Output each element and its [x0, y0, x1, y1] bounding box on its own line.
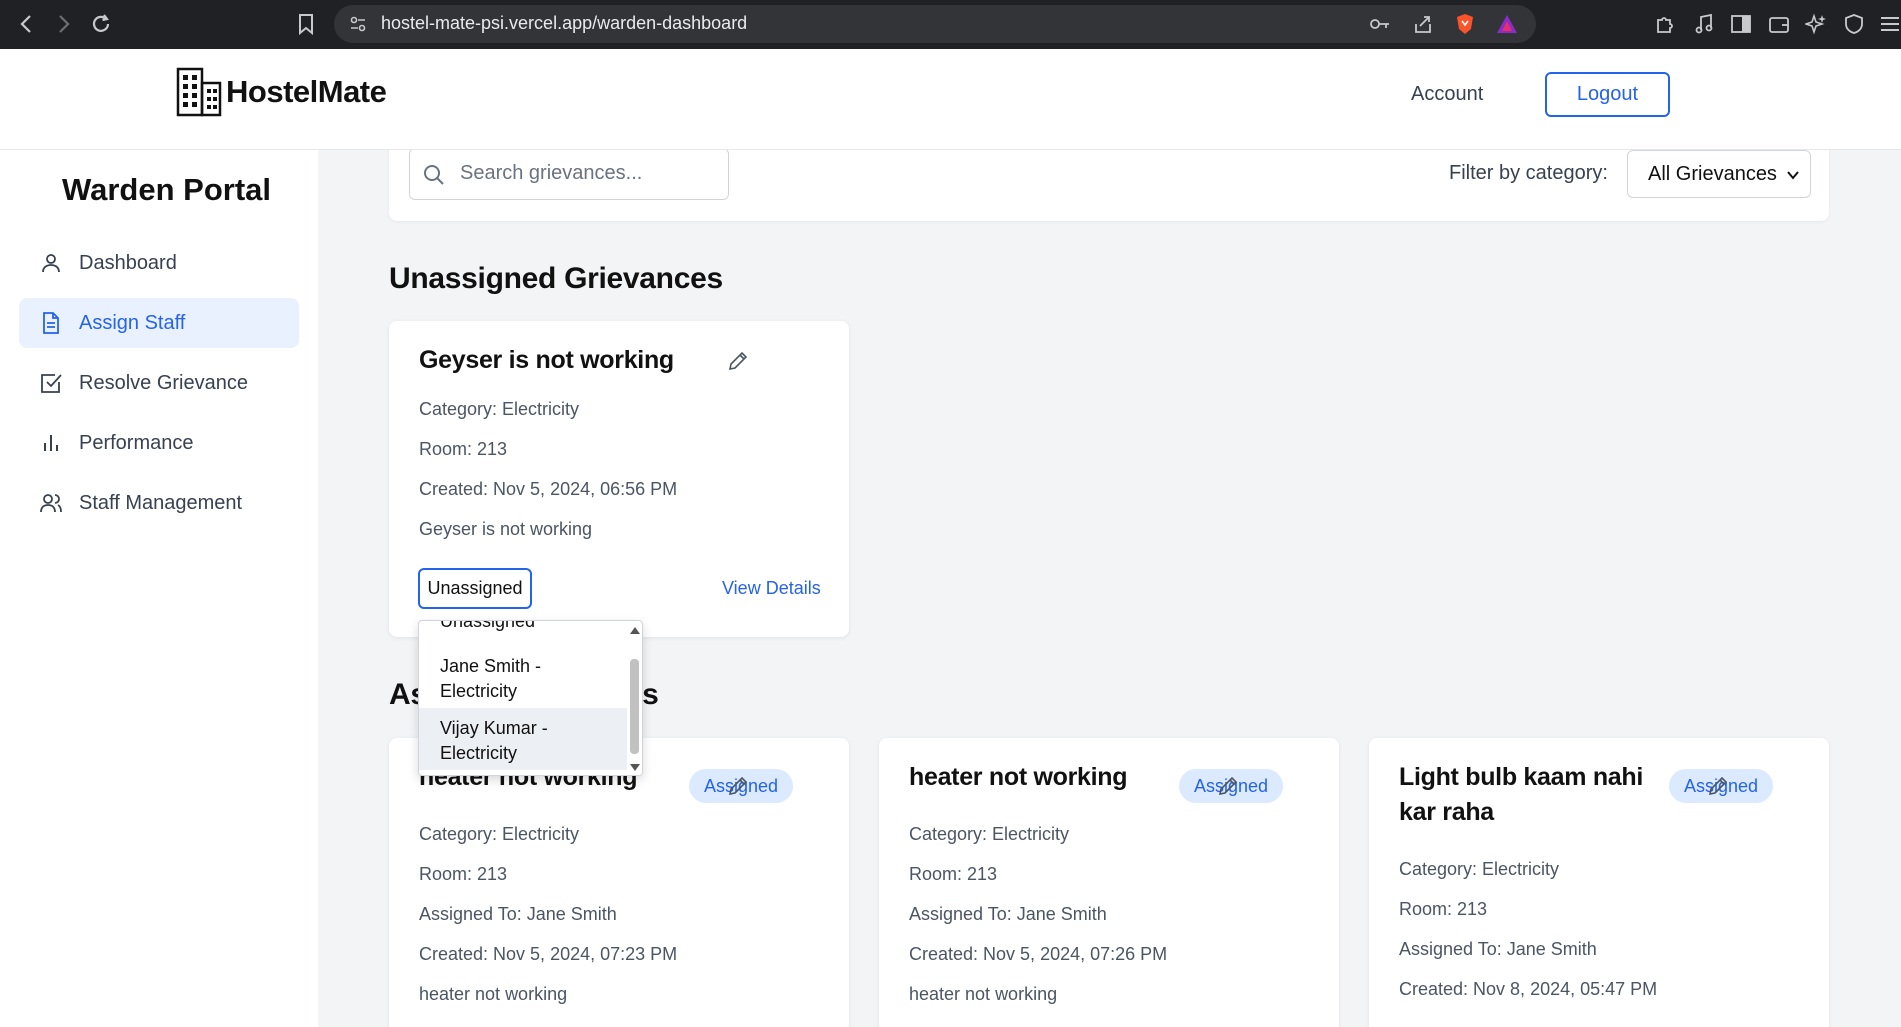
grievance-card-unassigned: Geyser is not working Category: Electric…: [389, 321, 849, 637]
card-category: Category: Electricity: [419, 399, 580, 419]
assign-staff-dropdown-list[interactable]: Unassigned Jane Smith - Electricity Vija…: [418, 620, 643, 776]
view-details-link[interactable]: View Details: [722, 578, 821, 599]
building-icon: [176, 67, 222, 117]
assign-staff-select[interactable]: Unassigned: [418, 568, 532, 609]
sidebar-item-dashboard[interactable]: Dashboard: [19, 238, 299, 288]
card-created: Created: Nov 5, 2024, 07:26 PM: [909, 944, 1168, 964]
sidebar-item-assign-staff[interactable]: Assign Staff: [19, 298, 299, 348]
logo[interactable]: HostelMate: [176, 67, 387, 117]
scrollbar-thumb[interactable]: [630, 659, 639, 754]
sidebar-item-resolve-grievance[interactable]: Resolve Grievance: [19, 358, 299, 408]
grievance-card-assigned: heater not working Assigned Category: El…: [389, 738, 849, 1027]
card-category: Category: Electricity: [419, 824, 580, 844]
filter-label: Filter by category:: [1449, 162, 1608, 184]
category-filter-value: All Grievances: [1648, 162, 1777, 185]
card-title: Light bulb kaam nahi kar raha: [1399, 763, 1644, 826]
user-icon: [42, 254, 60, 273]
card-category: Category: Electricity: [1399, 859, 1560, 879]
sidebar-item-label: Staff Management: [79, 491, 243, 514]
search-icon: [424, 165, 444, 185]
dropdown-scrollbar[interactable]: [627, 621, 642, 775]
logo-text: HostelMate: [226, 74, 387, 109]
sidebar: Warden Portal Dashboard Assign Staff Res…: [0, 150, 318, 1027]
scroll-up-icon[interactable]: [629, 625, 641, 635]
menu-icon[interactable]: [1875, 10, 1901, 38]
sidebar-item-performance[interactable]: Performance: [19, 418, 299, 468]
back-icon[interactable]: [12, 10, 40, 38]
filter-bar: Filter by category: All Grievances: [389, 150, 1829, 221]
card-created: Created: Nov 8, 2024, 05:47 PM: [1399, 979, 1658, 999]
card-assigned-to: Assigned To: Jane Smith: [419, 904, 617, 924]
card-title: Geyser is not working: [419, 346, 674, 374]
sidebar-item-label: Performance: [79, 431, 194, 454]
search-input[interactable]: [460, 162, 720, 185]
dropdown-option-jane-smith[interactable]: Jane Smith - Electricity: [419, 648, 629, 710]
card-created: Created: Nov 5, 2024, 06:56 PM: [419, 479, 678, 499]
grievance-card-assigned: Light bulb kaam nahi kar raha Assigned C…: [1369, 738, 1829, 1027]
forward-icon[interactable]: [50, 10, 78, 38]
sidebar-item-label: Resolve Grievance: [79, 371, 248, 394]
site-settings-icon[interactable]: [344, 10, 372, 38]
vpn-icon[interactable]: [1840, 10, 1868, 38]
bar-chart-icon: [44, 435, 58, 451]
sidebar-item-label: Dashboard: [79, 251, 177, 274]
search-box[interactable]: [409, 150, 729, 200]
leo-ai-icon[interactable]: [1802, 10, 1830, 38]
browser-toolbar: hostel-mate-psi.vercel.app/warden-dashbo…: [0, 0, 1901, 49]
app-header: HostelMate Account Logout: [0, 49, 1901, 150]
dropdown-option-unassigned[interactable]: Unassigned: [419, 621, 629, 639]
share-icon[interactable]: [1409, 10, 1437, 38]
sidebar-item-staff-management[interactable]: Staff Management: [19, 478, 299, 528]
card-room: Room: 213: [1399, 899, 1488, 919]
card-description: heater not working: [909, 984, 1058, 1004]
card-room: Room: 213: [419, 864, 508, 884]
grievance-card-assigned: heater not working Assigned Category: El…: [879, 738, 1339, 1027]
users-icon: [40, 494, 62, 513]
category-filter-select[interactable]: All Grievances: [1627, 150, 1811, 198]
card-assigned-to: Assigned To: Jane Smith: [1399, 939, 1597, 959]
card-room: Room: 213: [419, 439, 508, 459]
key-icon[interactable]: [1366, 10, 1394, 38]
card-assigned-to: Assigned To: Jane Smith: [909, 904, 1107, 924]
chevron-down-icon: [1787, 171, 1799, 180]
card-category: Category: Electricity: [909, 824, 1070, 844]
extensions-icon[interactable]: [1651, 10, 1679, 38]
main-content: Filter by category: All Grievances Unass…: [318, 150, 1901, 1027]
card-description: Geyser is not working: [419, 519, 593, 539]
address-bar[interactable]: hostel-mate-psi.vercel.app/warden-dashbo…: [334, 5, 1536, 43]
logout-button[interactable]: Logout: [1545, 72, 1670, 117]
dropdown-option-vijay-kumar[interactable]: Vijay Kumar - Electricity: [419, 708, 629, 770]
reload-icon[interactable]: [87, 10, 115, 38]
sidebar-item-label: Assign Staff: [79, 311, 186, 334]
edit-icon[interactable]: [1706, 774, 1730, 798]
portal-title: Warden Portal: [62, 172, 271, 207]
card-description: heater not working: [419, 984, 568, 1004]
card-created: Created: Nov 5, 2024, 07:23 PM: [419, 944, 678, 964]
edit-icon[interactable]: [1216, 774, 1240, 798]
scroll-down-icon[interactable]: [629, 763, 641, 773]
bookmark-icon[interactable]: [292, 10, 320, 38]
brave-shield-icon[interactable]: [1451, 10, 1479, 38]
document-icon: [43, 312, 59, 334]
brave-rewards-icon[interactable]: [1493, 10, 1521, 38]
wallet-icon[interactable]: [1765, 10, 1793, 38]
media-icon[interactable]: [1690, 10, 1718, 38]
checkbox-icon: [41, 374, 62, 393]
account-link[interactable]: Account: [1411, 83, 1483, 106]
unassigned-section-title: Unassigned Grievances: [389, 262, 723, 295]
edit-icon[interactable]: [726, 774, 750, 798]
card-room: Room: 213: [909, 864, 998, 884]
url-text[interactable]: hostel-mate-psi.vercel.app/warden-dashbo…: [381, 13, 747, 34]
edit-icon[interactable]: [726, 349, 750, 373]
sidebar-toggle-icon[interactable]: [1727, 10, 1755, 38]
card-title: heater not working: [909, 763, 1128, 791]
